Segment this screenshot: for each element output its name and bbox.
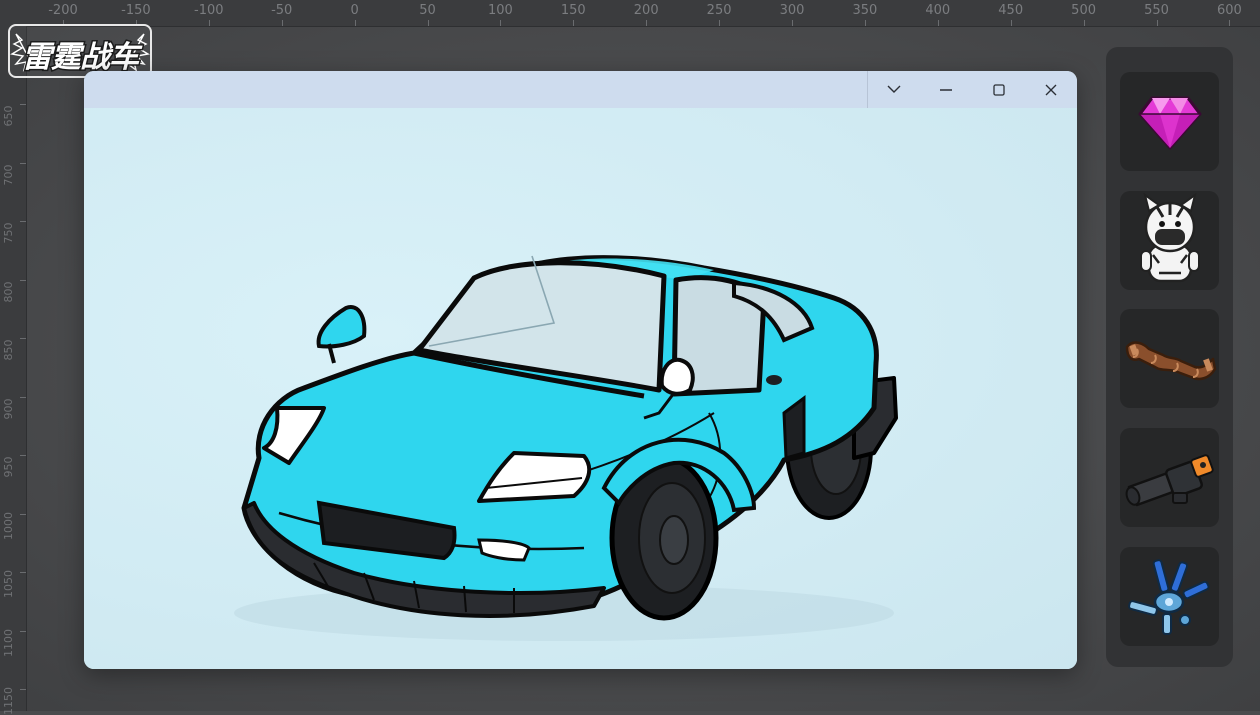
ruler-top-tick (937, 20, 939, 26)
window-controls (867, 71, 1077, 108)
ruler-top-label: 250 (706, 3, 732, 18)
ruler-top-tick (354, 20, 356, 26)
chevron-down-icon (887, 85, 901, 93)
ruler-top-label: 0 (350, 3, 359, 18)
ruler-left-tick (20, 338, 26, 339)
item-slot-drone[interactable] (1120, 547, 1219, 646)
ruler-left-tick (20, 396, 26, 398)
ruler-left-label: 850 (2, 339, 15, 361)
ruler-top-tick (1229, 20, 1231, 26)
ruler-top-tick (719, 20, 721, 26)
ruler-top-label: 550 (1144, 3, 1169, 18)
ruler-top-label: 450 (998, 3, 1024, 18)
logo-text: 雷霆战车 (21, 39, 141, 77)
wooden-log-icon (1125, 340, 1216, 380)
ruler-left-tick (20, 455, 26, 456)
close-button[interactable] (1025, 71, 1077, 108)
maximize-button[interactable] (973, 71, 1025, 108)
ruler-left-tick (20, 513, 26, 515)
ruler-left-label: 950 (2, 456, 15, 478)
ruler-top-tick (1010, 20, 1012, 26)
ruler-left-tick (20, 162, 26, 164)
ruler-top-tick (573, 20, 575, 26)
dropdown-button[interactable] (868, 71, 920, 108)
ruler-top-tick (646, 20, 648, 26)
ruler-top-tick (1156, 20, 1158, 26)
ruler-left-tick (20, 572, 26, 573)
ruler-top-label: -50 (271, 3, 293, 18)
ruler-left-label: 700 (2, 164, 15, 185)
window-titlebar[interactable] (84, 71, 1077, 108)
ruler-left-label: 800 (2, 281, 15, 302)
image-canvas[interactable] (84, 108, 1077, 669)
ruler-left-tick (20, 279, 26, 281)
ruler-top-label: 300 (779, 3, 805, 18)
ruler-top-label: 600 (1216, 3, 1242, 18)
ruler-left-tick (20, 630, 26, 632)
ruler-left-label: 1100 (2, 628, 15, 657)
pink-gem-icon (1138, 96, 1201, 149)
item-slot-zebra[interactable] (1120, 191, 1219, 290)
sports-car-illustration (234, 255, 898, 641)
minimize-button[interactable] (920, 71, 972, 108)
maximize-icon (992, 83, 1005, 96)
ruler-top-tick (208, 20, 210, 26)
ruler-left-tick (20, 221, 26, 222)
ruler-top-label: -200 (48, 3, 78, 18)
ruler-top-label: 350 (852, 3, 878, 18)
horizontal-ruler: -200 -150 -100 -50 0 50 100 150 200 250 300 350 400 4… (0, 0, 1260, 27)
ruler-top-label: 50 (419, 3, 436, 18)
ruler-left-label: 1050 (2, 570, 15, 598)
item-inventory-panel (1106, 47, 1233, 667)
ruler-top-label: 200 (633, 3, 659, 18)
ruler-left-label: 900 (2, 398, 15, 419)
ruler-top-label: -150 (121, 3, 151, 18)
ruler-top-label: 150 (560, 3, 586, 18)
cannon-weapon-icon (1125, 453, 1214, 506)
zebra-character-icon (1139, 192, 1200, 282)
ruler-top-label: -100 (194, 3, 224, 18)
ruler-top-label: 500 (1071, 3, 1097, 18)
ruler-top-label: 100 (487, 3, 513, 18)
image-window (84, 71, 1077, 669)
ruler-left-tick (20, 689, 26, 690)
ruler-top-tick (281, 20, 283, 26)
ruler-left-label: 1000 (2, 511, 15, 540)
item-slot-gem[interactable] (1120, 72, 1219, 171)
ruler-top-tick (1083, 20, 1085, 26)
ruler-top-tick (427, 20, 429, 26)
ruler-left-label: 750 (2, 222, 15, 244)
item-slot-cannon[interactable] (1120, 428, 1219, 527)
close-icon (1045, 84, 1057, 95)
item-slot-wood[interactable] (1120, 309, 1219, 408)
ruler-top-tick (792, 20, 793, 26)
ruler-left-tick (20, 104, 26, 105)
vertical-ruler: 650 700 750 800 850 900 950 1000 1050 1100 1150 (0, 26, 27, 715)
ruler-top-label: 400 (925, 3, 951, 18)
ruler-left-label: 650 (2, 105, 15, 127)
blue-drone-icon (1127, 558, 1209, 635)
ruler-top-tick (864, 20, 866, 26)
minimize-icon (940, 88, 953, 91)
game-logo: 雷霆战车 (8, 24, 152, 78)
ruler-top-tick (500, 20, 502, 26)
